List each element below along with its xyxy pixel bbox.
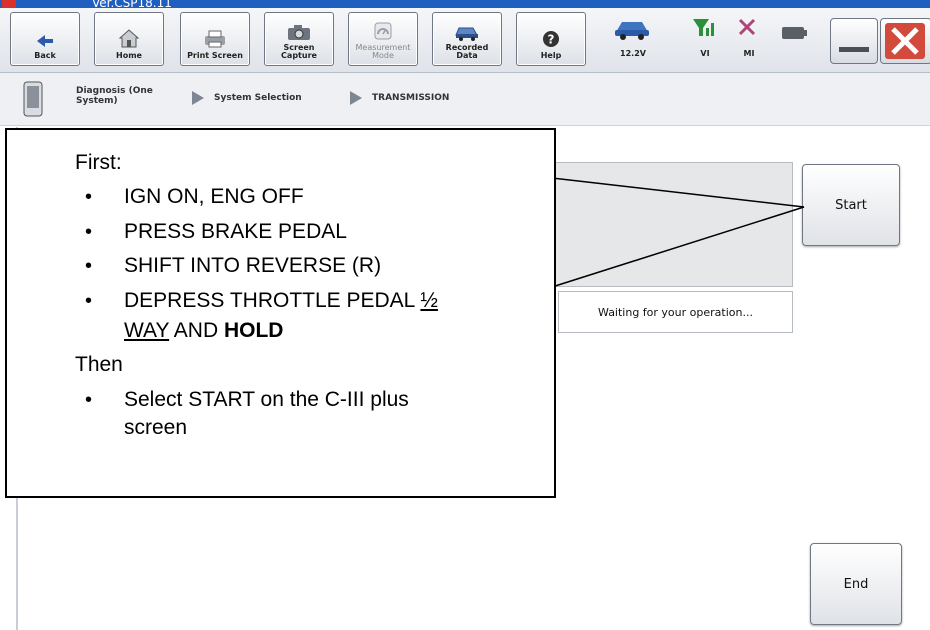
callout-bullet: • — [85, 389, 93, 411]
callout-bullet: • — [85, 290, 93, 312]
throttle-and: AND — [169, 319, 224, 342]
callout-then: Then — [75, 353, 123, 376]
throttle-text: DEPRESS THROTTLE PEDAL — [124, 289, 421, 312]
callout-first: First: — [75, 151, 122, 174]
callout-step: IGN ON, ENG OFF — [124, 185, 304, 208]
callout-final-step-cont: screen — [124, 416, 188, 439]
callout-final-step: Select START on the C-III plus — [124, 388, 409, 411]
throttle-hold: HOLD — [223, 319, 284, 342]
callout-bullet: • — [85, 255, 93, 277]
callout-step-throttle-cont: WAY AND HOLD — [124, 317, 283, 344]
throttle-half: ½ — [420, 289, 438, 312]
callout-step: SHIFT INTO REVERSE (R) — [124, 254, 382, 277]
callout-step: PRESS BRAKE PEDAL — [124, 220, 347, 243]
callout-step-throttle: DEPRESS THROTTLE PEDAL ½ — [124, 287, 544, 314]
throttle-way: WAY — [124, 319, 170, 342]
callout-bullet: • — [85, 186, 93, 208]
instruction-callout: First: • IGN ON, ENG OFF • PRESS BRAKE P… — [5, 128, 556, 498]
callout-bullet: • — [85, 221, 93, 243]
